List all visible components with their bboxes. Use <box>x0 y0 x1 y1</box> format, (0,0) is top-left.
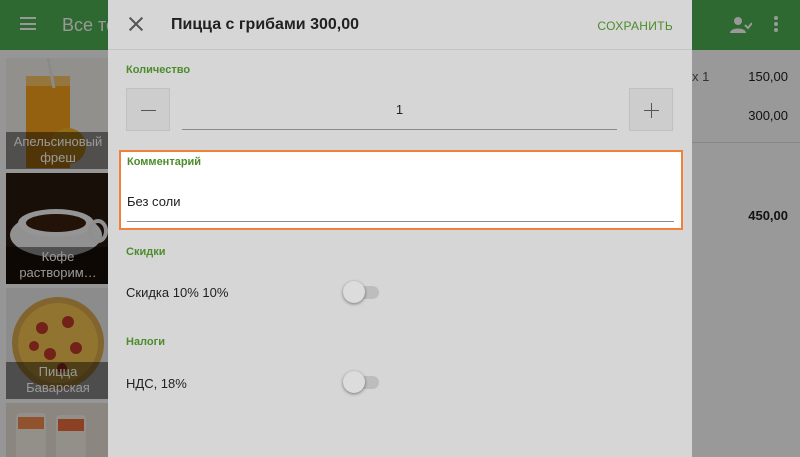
close-icon[interactable] <box>128 16 144 32</box>
comment-section: Комментарий Без соли <box>119 150 683 230</box>
discount-toggle[interactable] <box>343 280 383 304</box>
dialog-title: Пицца с грибами 300,00 <box>171 16 359 33</box>
comment-input[interactable]: Без соли <box>127 194 674 222</box>
discounts-label: Скидки <box>126 246 166 258</box>
tax-item-label: НДС, 18% <box>126 376 187 391</box>
dialog-header: Пицца с грибами 300,00 СОХРАНИТЬ <box>108 0 692 50</box>
decrease-quantity-button[interactable] <box>126 88 170 131</box>
save-button[interactable]: СОХРАНИТЬ <box>597 19 673 33</box>
quantity-input[interactable]: 1 <box>182 100 617 130</box>
discount-item-label: Скидка 10% 10% <box>126 285 229 300</box>
item-edit-dialog: Пицца с грибами 300,00 СОХРАНИТЬ Количес… <box>108 0 692 457</box>
tax-toggle[interactable] <box>343 370 383 394</box>
quantity-label: Количество <box>126 64 191 76</box>
taxes-label: Налоги <box>126 336 165 348</box>
increase-quantity-button[interactable] <box>629 88 673 131</box>
comment-label: Комментарий <box>127 156 202 168</box>
